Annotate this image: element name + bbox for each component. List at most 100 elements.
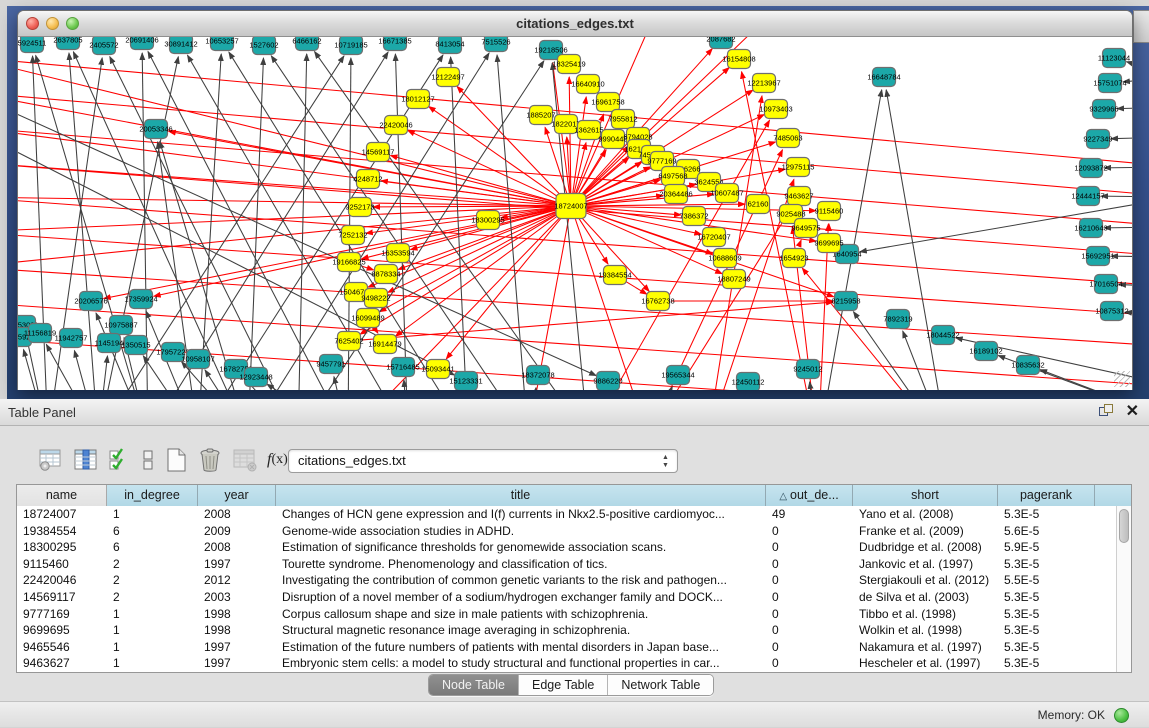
network-edge[interactable] (1104, 227, 1132, 228)
network-node[interactable]: 16648784 (867, 68, 900, 87)
table-row[interactable]: 946554611997Estimation of the future num… (17, 639, 1116, 656)
network-node[interactable]: 30891412 (164, 37, 197, 54)
network-edge[interactable] (1101, 196, 1132, 197)
network-node[interactable]: 7485063 (773, 129, 802, 148)
tab-edge-table[interactable]: Edge Table (519, 675, 608, 695)
network-node[interactable]: 10875312 (1095, 302, 1128, 321)
network-node[interactable]: 17016504 (1089, 275, 1122, 294)
network-node[interactable]: 15751074 (1093, 74, 1126, 93)
network-canvas[interactable]: 1872400759245112637805240557220691406308… (18, 37, 1132, 390)
network-node[interactable]: 1350515 (121, 336, 150, 355)
network-node[interactable]: 16762738 (641, 292, 674, 311)
trash-icon[interactable] (197, 447, 223, 473)
network-node[interactable]: 12923448 (239, 368, 272, 387)
network-edge[interactable] (18, 267, 1132, 347)
network-node[interactable]: 1145194 (95, 334, 124, 353)
network-edge[interactable] (1117, 107, 1132, 109)
network-node[interactable]: 15123331 (449, 372, 482, 391)
network-node[interactable]: 10975887 (104, 316, 137, 335)
network-node[interactable]: 18300295 (471, 211, 504, 230)
network-node[interactable]: 20206576 (74, 292, 107, 311)
table-column-icon[interactable] (73, 448, 99, 472)
network-node[interactable]: 16671385 (378, 37, 411, 51)
window-titlebar[interactable]: citations_edges.txt (18, 11, 1132, 37)
network-node[interactable]: 9329966 (1089, 100, 1118, 119)
new-file-icon[interactable] (164, 447, 188, 473)
network-node[interactable]: 17359924 (124, 290, 157, 309)
network-node[interactable]: 16961758 (591, 93, 624, 112)
network-node[interactable]: 16914479 (368, 335, 401, 354)
network-node[interactable]: 9457791 (316, 355, 345, 374)
network-edge[interactable] (1111, 137, 1132, 139)
network-node[interactable]: 20691406 (125, 37, 158, 50)
network-node[interactable]: 19384554 (598, 266, 631, 285)
network-node[interactable]: 12093872 (1074, 159, 1107, 178)
column-header-in_degree[interactable]: in_degree (107, 485, 198, 506)
network-node[interactable]: 6497568 (658, 167, 687, 186)
network-node[interactable]: 7386372 (679, 207, 708, 226)
network-node[interactable]: 11123044 (1098, 49, 1130, 68)
network-edge[interactable] (528, 388, 536, 390)
network-node[interactable]: 10607487 (710, 184, 743, 203)
network-node[interactable]: 8413054 (435, 37, 464, 54)
table-settings-icon[interactable] (38, 448, 64, 472)
network-node[interactable]: 19166825 (332, 253, 365, 272)
network-node[interactable]: 8215958 (831, 292, 860, 311)
network-node[interactable]: 12122497 (431, 68, 464, 87)
network-edge[interactable] (575, 218, 648, 390)
network-node[interactable]: 20053346 (139, 120, 172, 139)
network-node[interactable]: 2087682 (706, 37, 735, 49)
network-node[interactable]: 16720407 (697, 228, 730, 247)
table-row[interactable]: 946362711997Embryonic stem cells: a mode… (17, 655, 1116, 672)
network-node[interactable]: 2405572 (89, 37, 118, 55)
network-edge[interactable] (148, 52, 348, 390)
network-node[interactable]: 16640910 (571, 75, 604, 94)
network-node[interactable]: 16099489 (351, 309, 384, 328)
table-row[interactable]: 911546021997Tourette syndrome. Phenomeno… (17, 556, 1116, 573)
network-node[interactable]: 8878334 (371, 265, 400, 284)
network-node[interactable]: 11942757 (55, 329, 88, 348)
network-edge[interactable] (626, 282, 647, 295)
network-edge[interactable] (451, 57, 468, 390)
table-row[interactable]: 2242004622012Investigating the contribut… (17, 572, 1116, 589)
network-node[interactable]: 18807249 (717, 270, 750, 289)
network-node[interactable]: 18372078 (521, 366, 554, 385)
network-node[interactable]: 1527602 (249, 37, 278, 55)
network-node[interactable]: 22420046 (379, 116, 412, 135)
network-edge[interactable] (395, 214, 560, 337)
network-edge[interactable] (799, 240, 801, 246)
network-node[interactable]: 18012127 (401, 90, 434, 109)
network-node[interactable]: 10973403 (759, 100, 792, 119)
network-node[interactable]: 9227349 (1083, 130, 1112, 149)
network-node[interactable]: 12444157 (1071, 187, 1104, 206)
network-node[interactable]: 9115460 (815, 202, 844, 221)
selection-mode-icon[interactable] (141, 448, 155, 472)
select-rows-icon[interactable] (108, 448, 132, 472)
network-node[interactable]: 15093441 (421, 360, 454, 379)
network-node[interactable]: 11156819 (24, 324, 56, 343)
network-node[interactable]: 7955812 (608, 110, 637, 129)
network-node[interactable]: 2637805 (53, 37, 82, 50)
float-panel-icon[interactable] (1099, 404, 1114, 419)
network-node[interactable]: 9699695 (814, 234, 843, 253)
table-disabled-icon[interactable] (232, 448, 258, 472)
network-edge[interactable] (1126, 62, 1132, 77)
close-panel-icon[interactable]: ✕ (1126, 404, 1139, 419)
network-node[interactable]: 9649575 (791, 219, 820, 238)
network-node[interactable]: 4248712 (353, 170, 382, 189)
network-edge[interactable] (802, 268, 948, 390)
network-edge[interactable] (1104, 167, 1132, 168)
network-node[interactable]: 6466162 (292, 37, 321, 51)
table-row[interactable]: 1938455462009Genome-wide association stu… (17, 523, 1116, 540)
column-header-pagerank[interactable]: pagerank (998, 485, 1095, 506)
network-node[interactable]: 10653257 (205, 37, 238, 51)
table-row[interactable]: 969969511998Structural magnetic resonanc… (17, 622, 1116, 639)
network-edge[interactable] (362, 302, 833, 340)
column-header-title[interactable]: title (276, 485, 766, 506)
network-node[interactable]: 7515526 (481, 37, 510, 52)
network-edge[interactable] (648, 387, 672, 390)
function-builder-icon[interactable]: f(x) (267, 451, 288, 469)
network-edge[interactable] (46, 344, 98, 390)
network-node[interactable]: 7625402 (334, 332, 363, 351)
network-node[interactable]: 15692951 (1081, 247, 1114, 266)
